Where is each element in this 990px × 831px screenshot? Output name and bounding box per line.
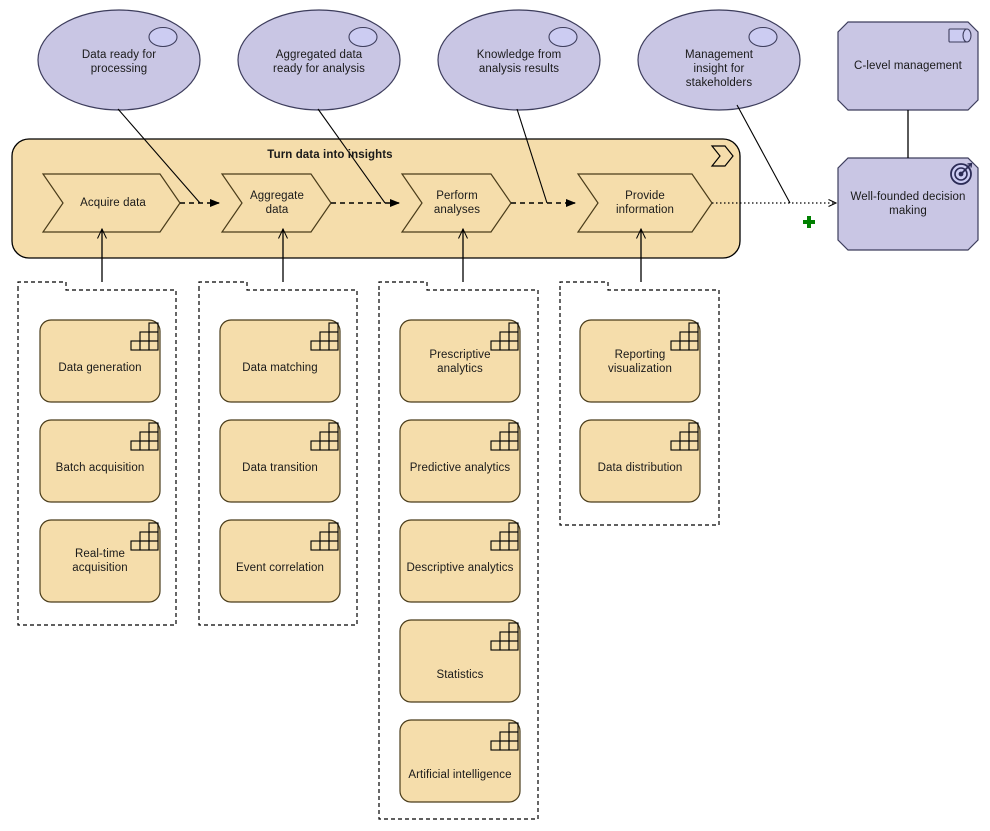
- capability-shape-descriptive-analytics[interactable]: [399, 519, 521, 603]
- outcome-icon: [748, 26, 778, 48]
- outcome-icon: [148, 26, 178, 48]
- process-shape-provide-information[interactable]: [576, 173, 713, 233]
- outcome-shape-management-insight[interactable]: [637, 9, 801, 111]
- goal-target-icon: [950, 162, 973, 185]
- capability-shape-prescriptive-analytics[interactable]: [399, 319, 521, 403]
- outcome-shape-knowledge[interactable]: [437, 9, 601, 111]
- capability-shape-data-generation[interactable]: [39, 319, 161, 403]
- capability-shape-data-matching[interactable]: [219, 319, 341, 403]
- capability-shape-event-correlation[interactable]: [219, 519, 341, 603]
- process-shape-acquire-data[interactable]: [41, 173, 181, 233]
- business-role-icon: [948, 28, 972, 43]
- goal-shape[interactable]: [837, 157, 979, 251]
- junction-plus-marker: [803, 216, 815, 228]
- outcome-icon: [548, 26, 578, 48]
- capability-shape-reporting-visualization[interactable]: [579, 319, 701, 403]
- capability-shape-predictive-analytics[interactable]: [399, 419, 521, 503]
- capability-shape-artificial-intelligence[interactable]: [399, 719, 521, 803]
- capability-shape-real-time-acquisition[interactable]: [39, 519, 161, 603]
- capability-shape-batch-acquisition[interactable]: [39, 419, 161, 503]
- realization-management-insight: [736, 104, 791, 204]
- outcome-shape-aggregated[interactable]: [237, 9, 401, 111]
- stakeholder-shape[interactable]: [837, 21, 979, 111]
- capability-shape-statistics[interactable]: [399, 619, 521, 703]
- capability-shape-data-distribution[interactable]: [579, 419, 701, 503]
- diagram-shape-layer: [11, 9, 979, 820]
- outcome-icon: [348, 26, 378, 48]
- archimate-diagram-canvas: Data ready for processing Aggregated dat…: [0, 0, 990, 831]
- capability-shape-data-transition[interactable]: [219, 419, 341, 503]
- outcome-shape-data-ready[interactable]: [37, 9, 201, 111]
